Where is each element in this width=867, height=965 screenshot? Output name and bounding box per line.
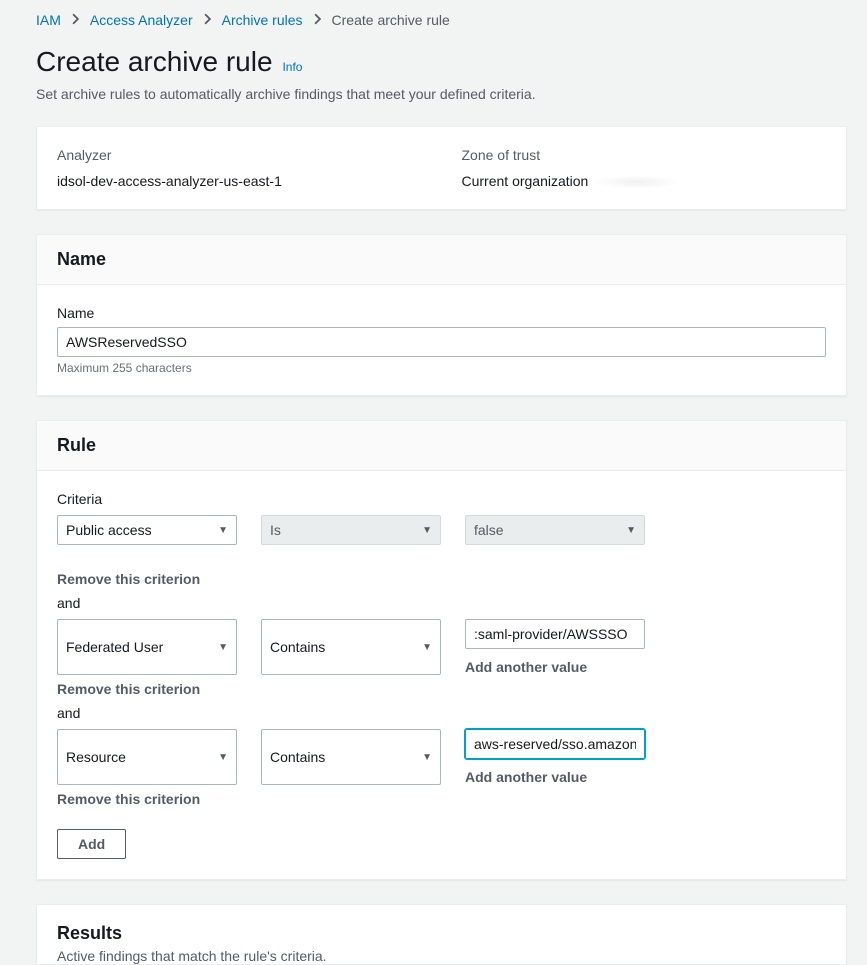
remove-criterion-link[interactable]: Remove this criterion bbox=[57, 791, 826, 807]
criterion-value-input[interactable] bbox=[465, 729, 645, 759]
chevron-down-icon: ▼ bbox=[422, 642, 432, 653]
criterion-row: Resource ▼ Contains ▼ Add another value bbox=[57, 729, 826, 785]
criterion-operator-select: Is ▼ bbox=[261, 515, 441, 545]
name-section-header: Name bbox=[57, 249, 826, 270]
remove-criterion-link[interactable]: Remove this criterion bbox=[57, 681, 826, 697]
breadcrumb-iam[interactable]: IAM bbox=[36, 12, 61, 28]
chevron-down-icon: ▼ bbox=[218, 752, 228, 763]
add-another-value-link[interactable]: Add another value bbox=[465, 659, 645, 675]
chevron-right-icon bbox=[313, 12, 322, 28]
and-label: and bbox=[57, 705, 826, 721]
results-subtitle: Active findings that match the rule's cr… bbox=[57, 948, 826, 964]
chevron-down-icon: ▼ bbox=[422, 752, 432, 763]
name-panel: Name Name Maximum 255 characters bbox=[36, 234, 847, 396]
criterion-value-select: false ▼ bbox=[465, 515, 645, 545]
analyzer-panel: Analyzer idsol-dev-access-analyzer-us-ea… bbox=[36, 126, 847, 210]
breadcrumb-archive-rules[interactable]: Archive rules bbox=[222, 12, 303, 28]
page-title: Create archive rule bbox=[36, 46, 273, 78]
name-input[interactable] bbox=[57, 327, 826, 357]
criterion-row: Public access ▼ Is ▼ false ▼ bbox=[57, 515, 826, 545]
rule-panel: Rule Criteria Public access ▼ Is ▼ false… bbox=[36, 420, 847, 880]
criterion-operator-select[interactable]: Contains ▼ bbox=[261, 619, 441, 675]
zone-of-trust-value: Current organization bbox=[462, 173, 827, 189]
name-field-label: Name bbox=[57, 305, 826, 321]
chevron-down-icon: ▼ bbox=[422, 525, 432, 536]
breadcrumb-access-analyzer[interactable]: Access Analyzer bbox=[90, 12, 193, 28]
criterion-operator-select[interactable]: Contains ▼ bbox=[261, 729, 441, 785]
breadcrumb: IAM Access Analyzer Archive rules Create… bbox=[36, 12, 847, 28]
name-hint: Maximum 255 characters bbox=[57, 361, 826, 375]
chevron-down-icon: ▼ bbox=[626, 525, 636, 536]
chevron-down-icon: ▼ bbox=[218, 642, 228, 653]
criterion-value-input[interactable] bbox=[465, 619, 645, 649]
breadcrumb-current: Create archive rule bbox=[332, 12, 450, 28]
analyzer-value: idsol-dev-access-analyzer-us-east-1 bbox=[57, 173, 422, 189]
criteria-label: Criteria bbox=[57, 491, 826, 507]
remove-criterion-link[interactable]: Remove this criterion bbox=[57, 571, 826, 587]
and-label: and bbox=[57, 595, 826, 611]
chevron-right-icon bbox=[71, 12, 80, 28]
criterion-property-select[interactable]: Resource ▼ bbox=[57, 729, 237, 785]
analyzer-label: Analyzer bbox=[57, 147, 422, 163]
results-panel: Results Active findings that match the r… bbox=[36, 904, 847, 965]
results-header: Results bbox=[57, 923, 826, 944]
criterion-property-select[interactable]: Federated User ▼ bbox=[57, 619, 237, 675]
chevron-down-icon: ▼ bbox=[218, 525, 228, 536]
rule-section-header: Rule bbox=[57, 435, 826, 456]
add-another-value-link[interactable]: Add another value bbox=[465, 769, 645, 785]
criterion-property-select[interactable]: Public access ▼ bbox=[57, 515, 237, 545]
criterion-row: Federated User ▼ Contains ▼ Add another … bbox=[57, 619, 826, 675]
chevron-right-icon bbox=[203, 12, 212, 28]
redacted-text bbox=[592, 175, 682, 189]
add-criterion-button[interactable]: Add bbox=[57, 829, 126, 859]
page-subtitle: Set archive rules to automatically archi… bbox=[36, 86, 847, 102]
info-link[interactable]: Info bbox=[282, 60, 302, 74]
zone-of-trust-label: Zone of trust bbox=[462, 147, 827, 163]
